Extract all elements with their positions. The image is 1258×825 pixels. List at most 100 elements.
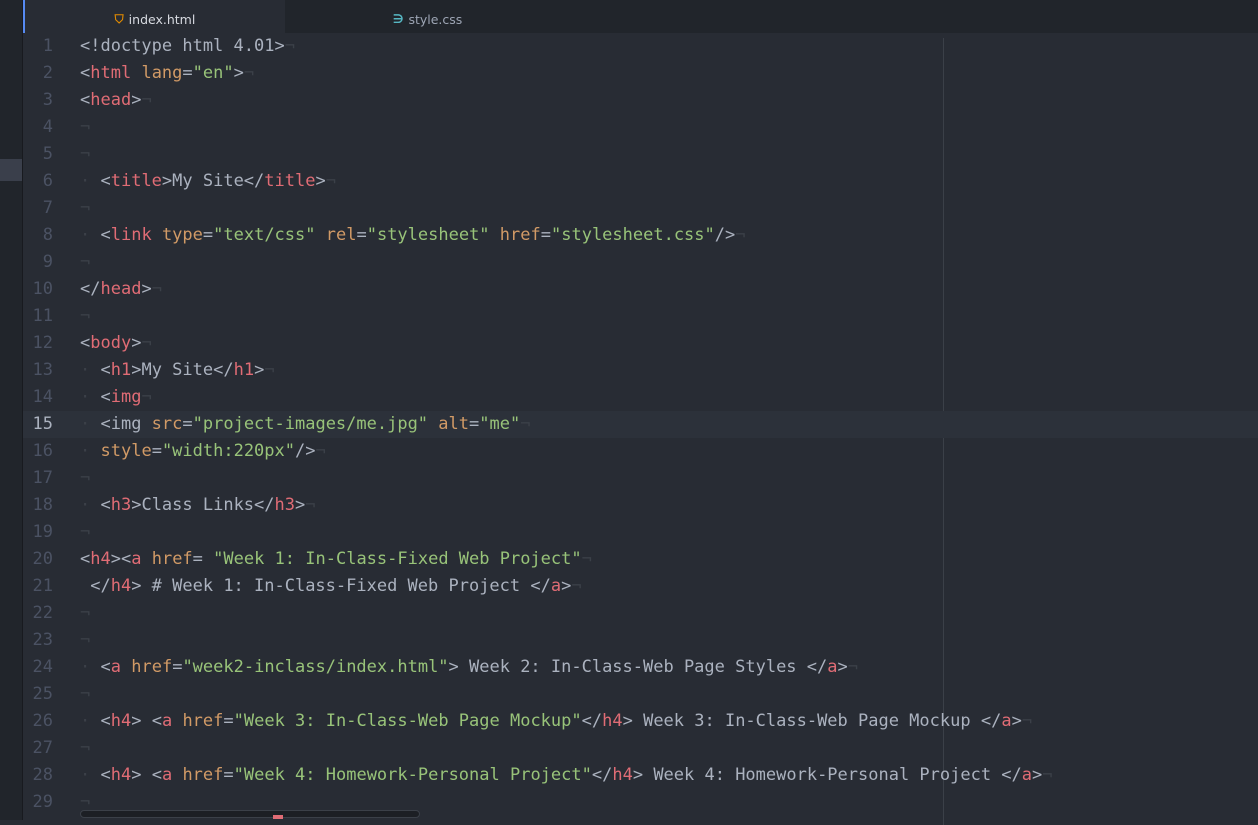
code-line[interactable]: 16 · style="width:220px"/>¬	[23, 438, 1258, 465]
code-token: "text/css"	[213, 225, 316, 245]
code-token: <	[90, 360, 111, 380]
code-line[interactable]: 1 <!doctype html 4.01>¬	[23, 33, 1258, 60]
code-token: "width:220px"	[161, 441, 295, 461]
code-token: a	[161, 711, 173, 731]
code-line[interactable]: 25 ¬	[23, 681, 1258, 708]
eol-marker: ¬	[80, 522, 91, 542]
code-token: </	[80, 576, 111, 596]
code-token: "Week 3: In-Class-Web Page Mockup"	[233, 711, 582, 731]
code-token: > <	[131, 711, 162, 731]
eol-marker: ¬	[80, 198, 91, 218]
line-code: · <img src="project-images/me.jpg" alt="…	[80, 411, 530, 438]
code-token: img	[110, 387, 142, 407]
code-line[interactable]: 8 · <link type="text/css" rel="stylesheet…	[23, 222, 1258, 249]
code-line[interactable]: 14 · <img¬	[23, 384, 1258, 411]
code-token: "me"	[479, 414, 521, 434]
eol-marker: ¬	[735, 225, 746, 245]
code-token: ><	[110, 549, 132, 569]
code-token: <	[90, 225, 111, 245]
code-line[interactable]: 9 ¬	[23, 249, 1258, 276]
code-line[interactable]: 3 <head>¬	[23, 87, 1258, 114]
line-number: 29	[32, 792, 53, 812]
code-line[interactable]: 7 ¬	[23, 195, 1258, 222]
line-code: · <h4> <a href="Week 3: In-Class-Web Pag…	[80, 708, 1032, 735]
indent-guide: ·	[80, 414, 91, 434]
code-line[interactable]: 15 · <img src="project-images/me.jpg" alt…	[23, 411, 1258, 438]
eol-marker: ¬	[80, 306, 91, 326]
line-number: 15	[32, 414, 53, 434]
code-line[interactable]: 20 <h4><a href= "Week 1: In-Class-Fixed W…	[23, 546, 1258, 573]
eol-marker: ¬	[264, 360, 275, 380]
code-token: >	[141, 279, 152, 299]
code-line[interactable]: 17 ¬	[23, 465, 1258, 492]
eol-marker: ¬	[80, 144, 91, 164]
code-token: "project-images/me.jpg"	[192, 414, 429, 434]
code-line[interactable]: 13 · <h1>My Site</h1>¬	[23, 357, 1258, 384]
line-code: </h4> # Week 1: In-Class-Fixed Web Proje…	[80, 573, 581, 600]
code-token: href	[182, 765, 224, 785]
code-line[interactable]: 21 </h4> # Week 1: In-Class-Fixed Web Pr…	[23, 573, 1258, 600]
horizontal-scrollbar[interactable]	[80, 810, 420, 818]
code-line[interactable]: 28 · <h4> <a href="Week 4: Homework-Perso…	[23, 762, 1258, 789]
code-token: href	[151, 549, 193, 569]
indent-guide: ·	[80, 711, 91, 731]
code-token: h4	[110, 711, 132, 731]
line-number: 1	[42, 36, 53, 56]
eol-marker: ¬	[80, 468, 91, 488]
line-number: 22	[32, 603, 53, 623]
code-editor[interactable]: 1 <!doctype html 4.01>¬ 2 <html lang="en">¬…	[23, 33, 1258, 825]
eol-marker: ¬	[80, 630, 91, 650]
code-line[interactable]: 12 <body>¬	[23, 330, 1258, 357]
line-number: 5	[42, 144, 53, 164]
code-line[interactable]: 11 ¬	[23, 303, 1258, 330]
line-code: · <title>My Site</title>¬	[80, 168, 336, 195]
eol-marker: ¬	[581, 549, 592, 569]
code-token: >	[254, 360, 265, 380]
code-line[interactable]: 27 ¬	[23, 735, 1258, 762]
line-number: 23	[32, 630, 53, 650]
indent-guide: ·	[80, 387, 91, 407]
code-token: <	[80, 333, 91, 353]
code-line[interactable]: 10 </head>¬	[23, 276, 1258, 303]
code-line[interactable]: 19 ¬	[23, 519, 1258, 546]
line-number: 25	[32, 684, 53, 704]
code-line[interactable]: 22 ¬	[23, 600, 1258, 627]
eol-marker: ¬	[151, 279, 162, 299]
code-token: "week2-inclass/index.html"	[182, 657, 449, 677]
tree-view-sidebar[interactable]	[0, 0, 23, 820]
code-token: a	[161, 765, 173, 785]
line-number: 7	[42, 198, 53, 218]
line-code: ¬	[80, 195, 90, 222]
code-token: h3	[274, 495, 295, 515]
code-token: <	[90, 765, 111, 785]
html5-file-icon: ⛉	[114, 11, 124, 26]
line-number: 6	[42, 171, 53, 191]
eol-marker: ¬	[80, 117, 91, 137]
code-token: h4	[602, 711, 623, 731]
sidebar-selection-marker	[0, 159, 22, 181]
code-line[interactable]: 5 ¬	[23, 141, 1258, 168]
code-token: "stylesheet.css"	[551, 225, 715, 245]
code-token: a	[1001, 711, 1012, 731]
indent-guide: ·	[80, 765, 91, 785]
code-token: a	[131, 549, 142, 569]
code-line[interactable]: 18 · <h3>Class Links</h3>¬	[23, 492, 1258, 519]
indent-guide: ·	[80, 360, 91, 380]
code-line[interactable]: 26 · <h4> <a href="Week 3: In-Class-Web P…	[23, 708, 1258, 735]
code-token: <	[80, 63, 91, 83]
indent-guide: ·	[80, 225, 91, 245]
line-code: · <h3>Class Links</h3>¬	[80, 492, 316, 519]
code-line[interactable]: 24 · <a href="week2-inclass/index.html"> …	[23, 654, 1258, 681]
code-line[interactable]: 4 ¬	[23, 114, 1258, 141]
code-line[interactable]: 23 ¬	[23, 627, 1258, 654]
eol-marker: ¬	[80, 603, 91, 623]
code-line[interactable]: 2 <html lang="en">¬	[23, 60, 1258, 87]
code-line[interactable]: 6 · <title>My Site</title>¬	[23, 168, 1258, 195]
code-token: h1	[110, 360, 132, 380]
line-code: <!doctype html 4.01>¬	[80, 33, 295, 60]
indent-guide: ·	[80, 495, 91, 515]
line-number: 13	[32, 360, 53, 380]
line-code: · <link type="text/css" rel="stylesheet"…	[80, 222, 746, 249]
code-token: <	[80, 549, 91, 569]
tab-label: index.html	[128, 11, 196, 27]
